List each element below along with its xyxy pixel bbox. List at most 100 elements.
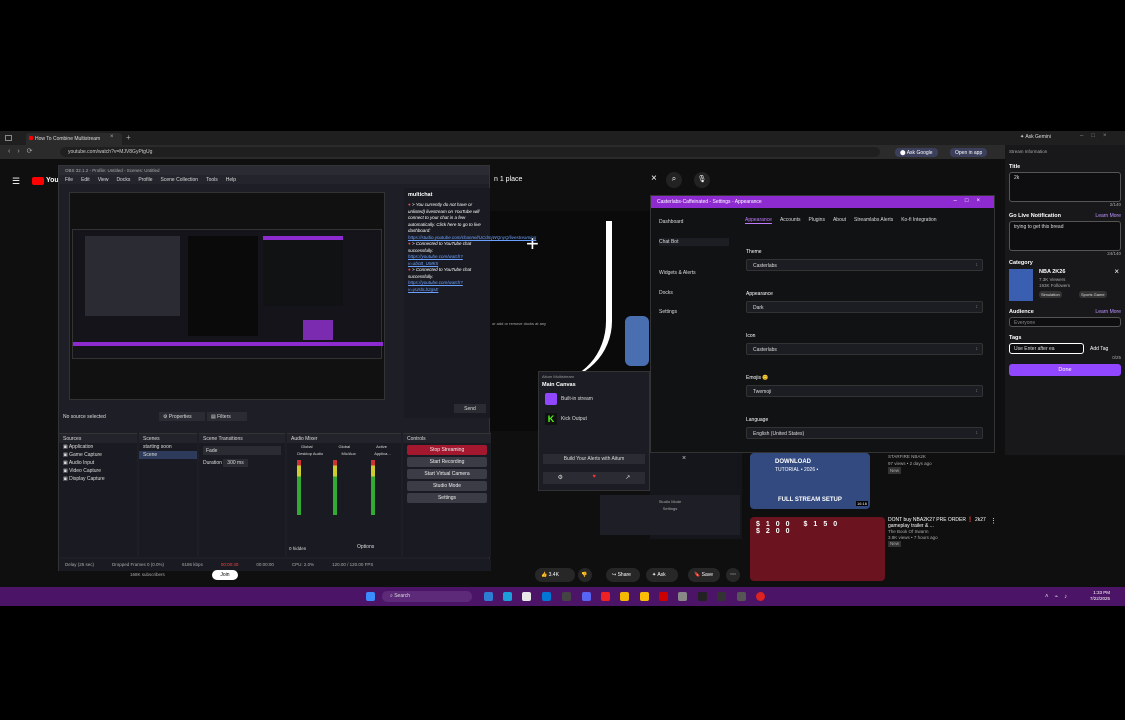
theme-select[interactable]: Casterlabs <box>746 259 983 271</box>
source-item[interactable]: ▣ Video Capture <box>59 467 137 475</box>
open-in-app-button[interactable]: Open in app <box>950 148 988 157</box>
scene-item-selected[interactable]: Scene <box>139 451 197 459</box>
tab-plugins[interactable]: Plugins <box>809 217 825 224</box>
menu-view[interactable]: View <box>98 177 109 183</box>
appearance-select[interactable]: Dark <box>746 301 983 313</box>
more-options-icon[interactable]: ⋮ <box>990 517 997 525</box>
tab-kofi-integration[interactable]: Ko-fi Integration <box>901 217 936 224</box>
join-button[interactable]: Join <box>212 570 238 580</box>
start-menu-icon[interactable] <box>366 592 375 601</box>
taskbar-app-icon[interactable] <box>542 592 551 601</box>
tab-list-icon[interactable] <box>5 135 12 141</box>
learn-more-link[interactable]: Learn More <box>1095 309 1121 315</box>
discord-icon[interactable] <box>582 592 591 601</box>
close-tab-icon[interactable]: × <box>110 134 114 140</box>
chat-link[interactable]: https://youtube.com/watch?v=abcB_UMK5 <box>408 254 486 267</box>
menu-tools[interactable]: Tools <box>206 177 218 183</box>
new-tab-icon[interactable]: + <box>126 133 131 142</box>
window-controls[interactable]: –□× <box>1080 133 1114 139</box>
obs-preview[interactable] <box>69 192 385 400</box>
folder-icon[interactable] <box>620 592 629 601</box>
audience-select[interactable]: Everyone <box>1009 317 1121 327</box>
taskbar-app-icon[interactable] <box>522 592 531 601</box>
dislike-button[interactable]: 👎 <box>578 568 592 582</box>
settings-button[interactable]: Settings <box>407 493 487 503</box>
share-button[interactable]: ↪ Share <box>606 568 640 582</box>
heart-icon[interactable]: ♥ <box>592 474 596 484</box>
taskbar-app-icon[interactable] <box>698 592 707 601</box>
source-item[interactable]: ▣ Game Capture <box>59 451 137 459</box>
emojis-select[interactable]: Twemoji <box>746 385 983 397</box>
tab-accounts[interactable]: Accounts <box>780 217 801 224</box>
source-item[interactable]: ▣ Application <box>59 443 137 451</box>
sidebar-item-dashboard[interactable]: Dashboard <box>659 219 683 225</box>
taskbar-app-icon[interactable] <box>503 592 512 601</box>
done-button[interactable]: Done <box>1009 364 1121 376</box>
ask-button[interactable]: ✦ Ask <box>646 568 678 582</box>
icon-select[interactable]: Casterlabs <box>746 343 983 355</box>
tags-input[interactable]: Use Enter after ea <box>1009 343 1084 354</box>
menu-scene-collection[interactable]: Scene Collection <box>161 177 199 183</box>
recommendation-thumbnail-2[interactable]: $100 $150 $200 <box>750 517 885 581</box>
scene-item[interactable]: starting soon <box>139 443 197 451</box>
tab-streamlabs-alerts[interactable]: Streamlabs Alerts <box>854 217 893 224</box>
tab-about[interactable]: About <box>833 217 846 224</box>
share-icon[interactable]: ↗ <box>625 474 630 484</box>
sidebar-item-chat-bot[interactable]: Chat Bot <box>659 238 729 246</box>
add-tag-button[interactable]: Add Tag <box>1088 343 1110 355</box>
title-input[interactable]: 2k <box>1009 172 1121 202</box>
language-select[interactable]: English (United States) <box>746 427 983 439</box>
learn-more-link[interactable]: Learn More <box>1095 213 1121 219</box>
clear-search-icon[interactable]: × <box>651 173 657 184</box>
duration-field[interactable]: 300 ms <box>223 459 248 467</box>
chrome-icon[interactable] <box>640 592 649 601</box>
taskbar-search[interactable]: ⌕ Search <box>382 591 472 602</box>
save-button[interactable]: 🔖 Save <box>688 568 720 582</box>
taskbar-app-icon[interactable] <box>737 592 746 601</box>
sidebar-item-settings[interactable]: Settings <box>659 309 677 315</box>
menu-file[interactable]: File <box>65 177 73 183</box>
ask-google-button[interactable]: ⬤ Ask Google <box>895 148 938 157</box>
properties-button[interactable]: ⚙ Properties <box>159 412 205 421</box>
volume-meters[interactable] <box>293 460 393 520</box>
settings-gear-icon[interactable]: ⚙ <box>558 474 563 484</box>
window-controls[interactable]: –□× <box>954 198 988 204</box>
stop-streaming-button[interactable]: Stop Streaming <box>407 445 487 455</box>
more-actions-icon[interactable]: ⋯ <box>726 568 740 582</box>
taskbar-app-icon[interactable] <box>601 592 610 601</box>
mixer-options-button[interactable]: Options <box>357 544 374 550</box>
taskbar-app-icon[interactable] <box>678 592 687 601</box>
browser-tab[interactable]: How To Combine Multistream <box>26 133 122 145</box>
like-button[interactable]: 👍 3.4K <box>535 568 575 582</box>
microphone-icon[interactable]: 🎙 <box>694 172 710 188</box>
menu-icon[interactable]: ☰ <box>12 176 20 187</box>
menu-profile[interactable]: Profile <box>138 177 152 183</box>
send-button[interactable]: Send <box>454 404 486 413</box>
nav-arrows-icon[interactable]: ‹›⟳ <box>8 147 40 155</box>
clock[interactable]: 1:33 PM 7/22/2025 <box>1090 590 1110 602</box>
taskbar-app-icon[interactable] <box>717 592 726 601</box>
start-recording-button[interactable]: Start Recording <box>407 457 487 467</box>
build-alerts-button[interactable]: Build Your Alerts with Aitum <box>543 454 645 464</box>
youtube-logo-icon[interactable] <box>32 177 44 185</box>
go-live-notification-input[interactable]: trying to get this bread <box>1009 221 1121 251</box>
chat-link[interactable]: https://youtube.com/watch?v=yUsbLb2gsE <box>408 280 486 293</box>
taskbar-app-icon[interactable] <box>484 592 493 601</box>
output-kick[interactable]: K Kick Output <box>539 409 649 429</box>
remove-category-icon[interactable]: × <box>1114 267 1119 276</box>
recommendation-thumbnail-1[interactable]: DOWNLOAD TUTORIAL • 2026 • FULL STREAM S… <box>750 453 870 509</box>
category-card[interactable]: NBA 2K26 7.3K Viewers 193K Followers Sim… <box>1009 267 1121 305</box>
menu-help[interactable]: Help <box>226 177 236 183</box>
taskbar-app-icon[interactable] <box>562 592 571 601</box>
search-icon[interactable]: ⌕ <box>666 172 682 188</box>
start-virtual-camera-button[interactable]: Start Virtual Camera <box>407 469 487 479</box>
sidebar-item-widgets-alerts[interactable]: Widgets & Alerts <box>659 270 696 276</box>
menu-docks[interactable]: Docks <box>116 177 130 183</box>
url-field[interactable]: youtube.com/watch?v=MJV8GyPtgUg <box>60 147 880 157</box>
close-x-icon[interactable]: × <box>682 455 686 462</box>
studio-mode-button[interactable]: Studio Mode <box>407 481 487 491</box>
search-input[interactable]: n 1 place <box>490 174 660 187</box>
output-built-in-stream[interactable]: Built-in stream <box>539 389 649 409</box>
taskbar-app-icon[interactable] <box>659 592 668 601</box>
obs-icon[interactable] <box>756 592 765 601</box>
